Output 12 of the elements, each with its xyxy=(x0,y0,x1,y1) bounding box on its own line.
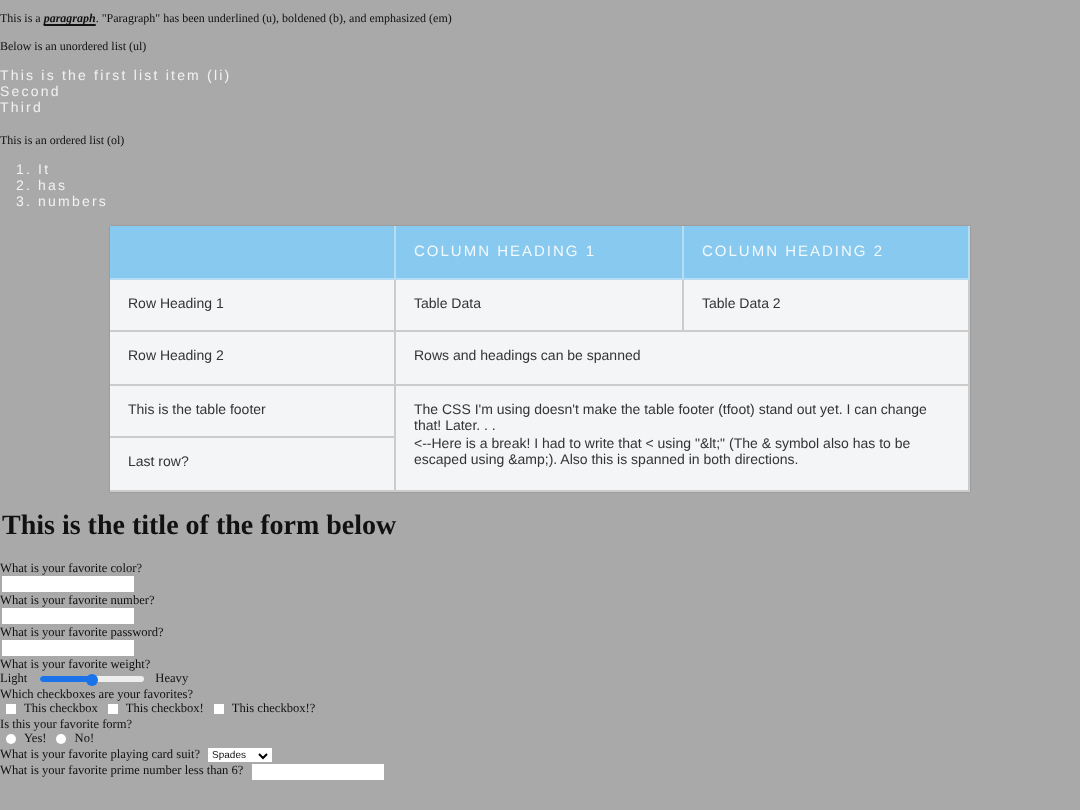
input-field[interactable] xyxy=(251,763,384,779)
input-field[interactable] xyxy=(2,639,134,655)
checkbox[interactable] xyxy=(107,704,118,714)
chevron-icon xyxy=(258,751,268,759)
input-field[interactable] xyxy=(2,575,134,591)
radio-button[interactable] xyxy=(56,734,67,744)
input-field[interactable] xyxy=(2,607,134,623)
slider-thumb[interactable] xyxy=(85,673,98,685)
checkbox[interactable] xyxy=(213,704,224,714)
checkbox[interactable] xyxy=(6,704,16,714)
form-title: This is the title of the form below xyxy=(2,511,399,543)
radio-button[interactable] xyxy=(6,734,16,744)
